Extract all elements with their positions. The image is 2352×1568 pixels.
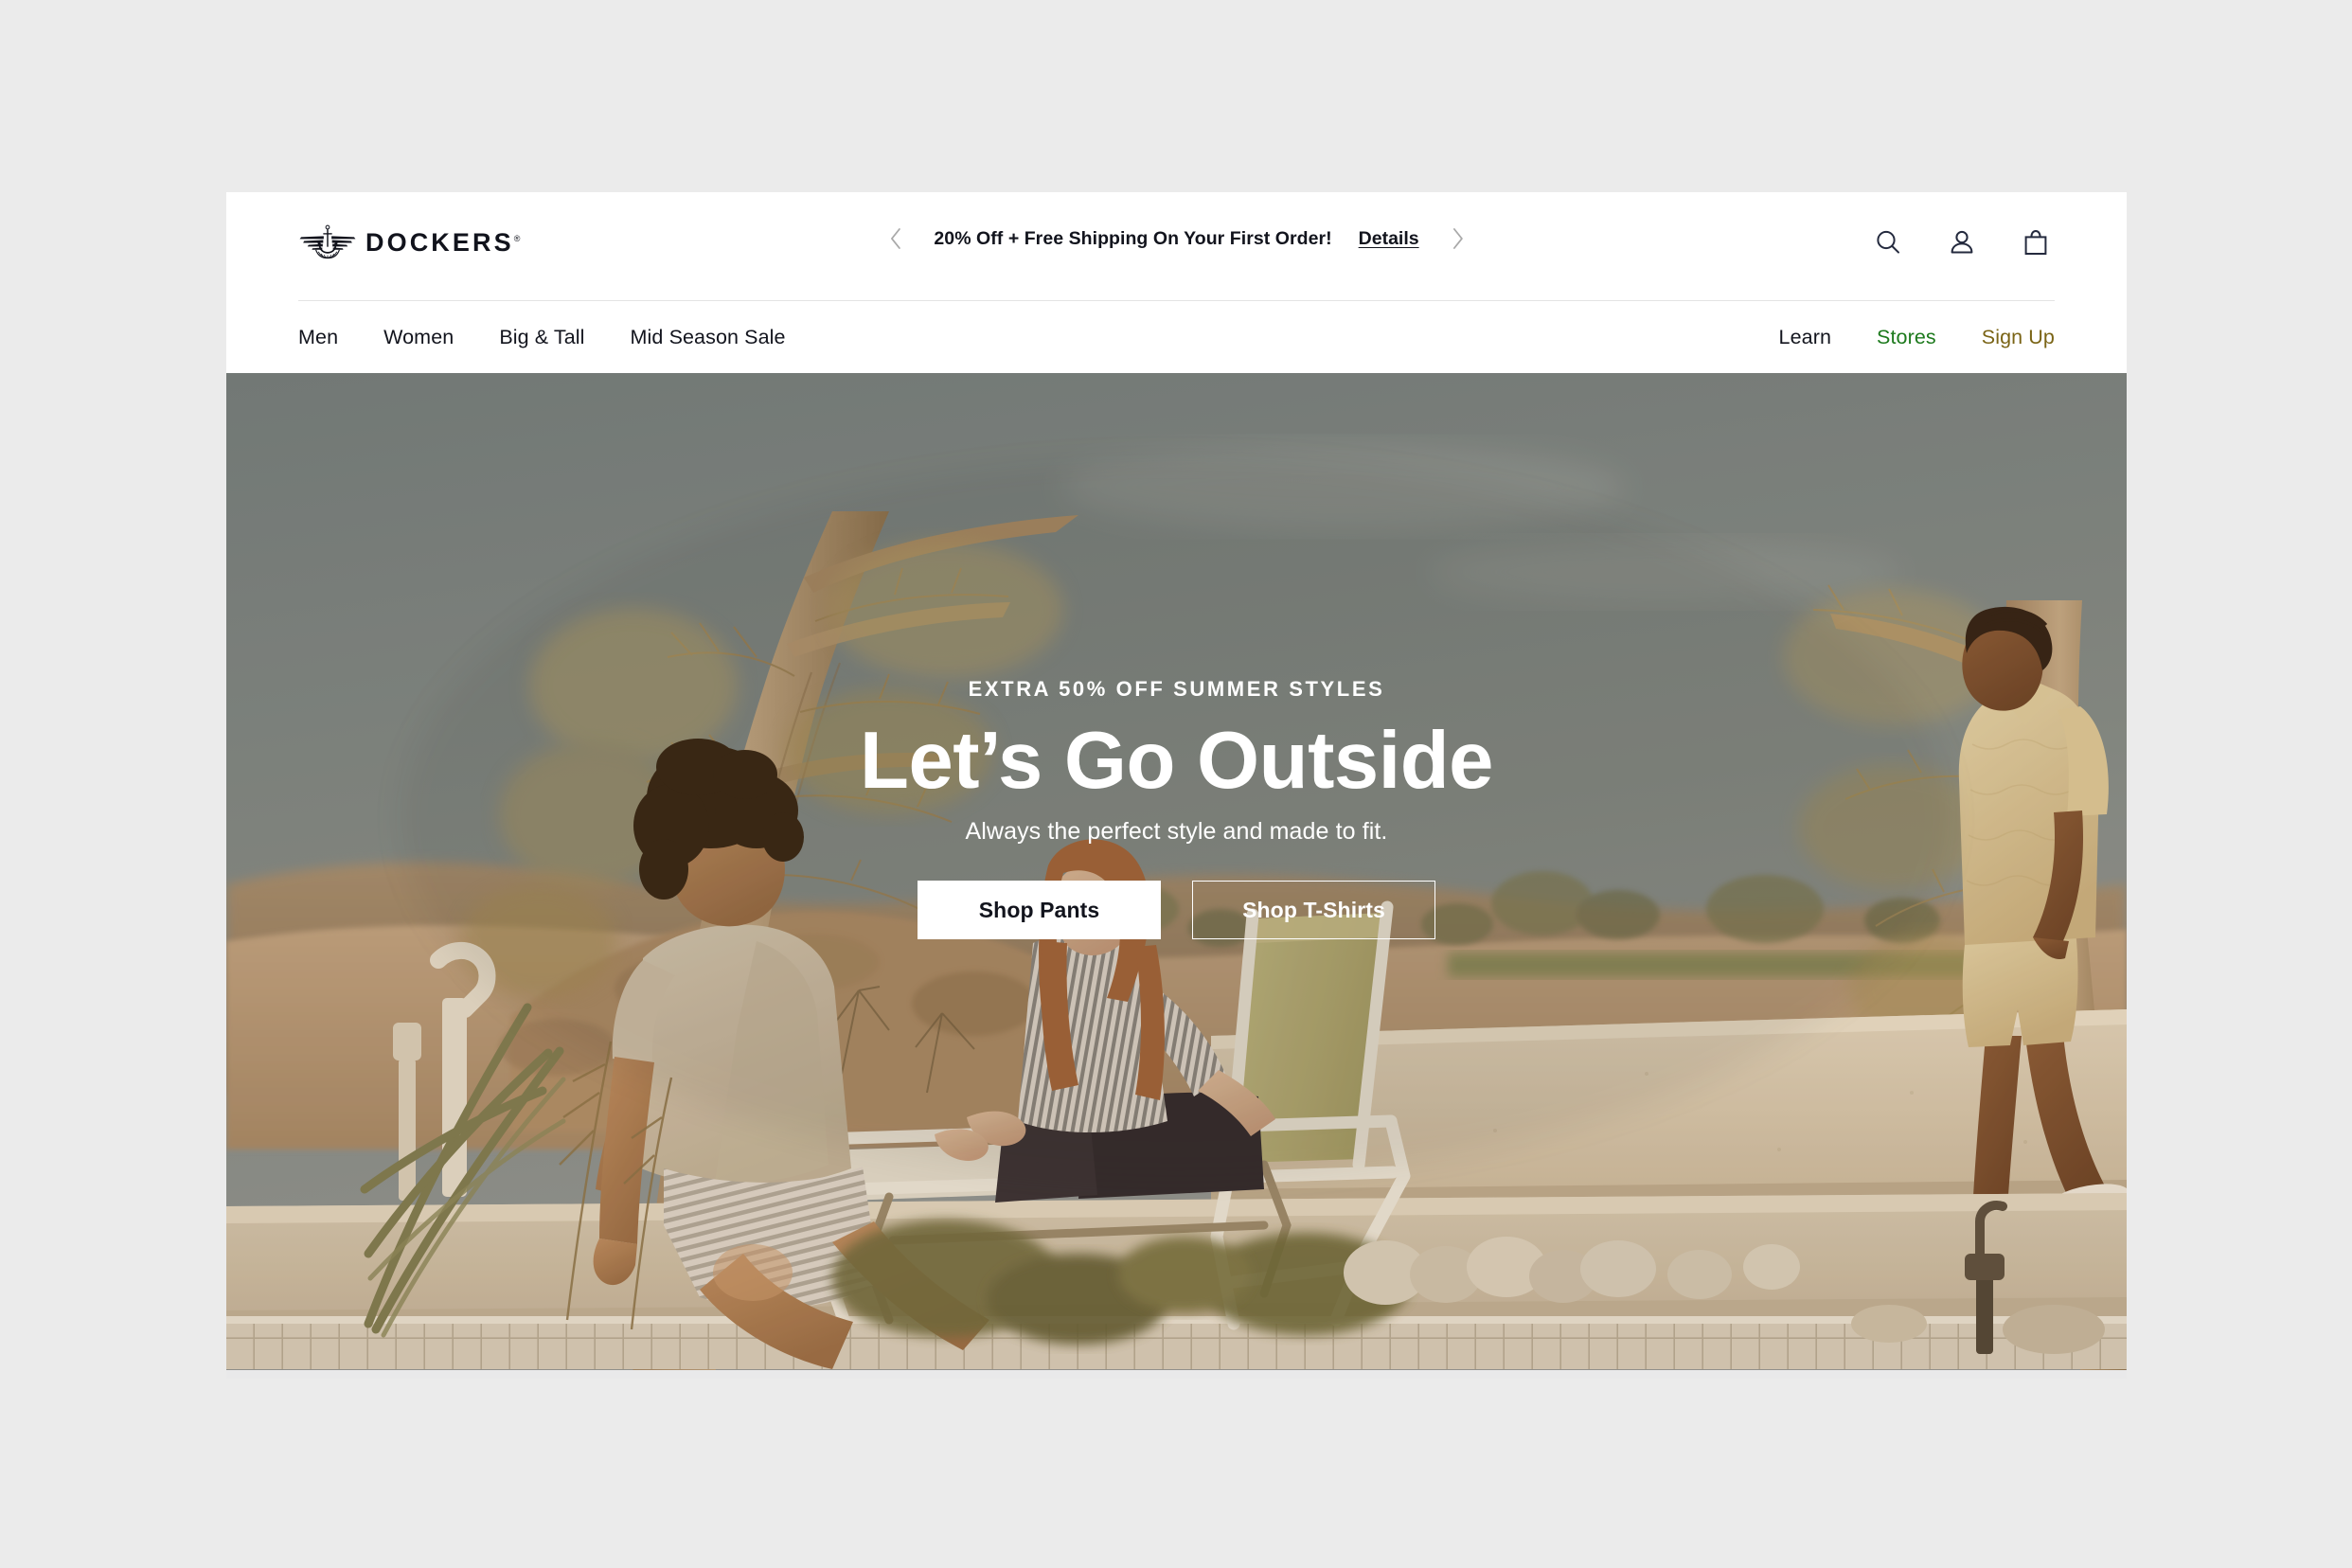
account-icon[interactable] <box>1943 223 1981 261</box>
nav-item-sign-up[interactable]: Sign Up <box>1959 326 2055 349</box>
nav-item-women[interactable]: Women <box>361 326 476 349</box>
promo-details-link[interactable]: Details <box>1359 228 1419 250</box>
shopping-bag-icon[interactable] <box>2017 223 2055 261</box>
secondary-nav-group: Learn Stores Sign Up <box>1756 301 2055 373</box>
chevron-right-icon[interactable] <box>1446 226 1470 251</box>
hero-bottom-band <box>226 1370 2127 1379</box>
promo-banner-carousel: 20% Off + Free Shipping On Your First Or… <box>882 226 1470 251</box>
shop-pants-button[interactable]: Shop Pants <box>918 881 1161 940</box>
shop-t-shirts-button[interactable]: Shop T-Shirts <box>1192 881 1435 940</box>
nav-item-men[interactable]: Men <box>298 326 361 349</box>
hero-banner: EXTRA 50% OFF SUMMER STYLES Let’s Go Out… <box>226 373 2127 1379</box>
hero-content: EXTRA 50% OFF SUMMER STYLES Let’s Go Out… <box>226 677 2127 940</box>
search-icon[interactable] <box>1869 223 1907 261</box>
hero-headline: Let’s Go Outside <box>860 716 1493 806</box>
main-navigation: Men Women Big & Tall Mid Season Sale Lea… <box>226 301 2127 373</box>
hero-subtitle: Always the perfect style and made to fit… <box>965 818 1388 846</box>
hero-cta-group: Shop Pants Shop T-Shirts <box>226 881 2127 940</box>
nav-item-learn[interactable]: Learn <box>1756 326 1855 349</box>
nav-item-mid-season-sale[interactable]: Mid Season Sale <box>608 326 809 349</box>
dockers-wordmark: DOCKERS® <box>365 227 524 257</box>
promo-banner-text: 20% Off + Free Shipping On Your First Or… <box>934 227 1332 249</box>
dockers-logo[interactable]: DOCKERS® <box>298 223 523 260</box>
site-header: DOCKERS® 20% Off + Free Shipping On Your… <box>226 192 2127 301</box>
nav-item-big-and-tall[interactable]: Big & Tall <box>476 326 607 349</box>
primary-nav-group: Men Women Big & Tall Mid Season Sale <box>298 301 809 373</box>
nav-item-stores[interactable]: Stores <box>1854 326 1959 349</box>
page-shell: DOCKERS® 20% Off + Free Shipping On Your… <box>226 192 2127 1379</box>
hero-eyebrow: EXTRA 50% OFF SUMMER STYLES <box>968 677 1385 701</box>
chevron-left-icon[interactable] <box>882 226 907 251</box>
header-utility-icons <box>1869 223 2055 261</box>
dockers-wings-anchor-logo <box>298 223 357 260</box>
